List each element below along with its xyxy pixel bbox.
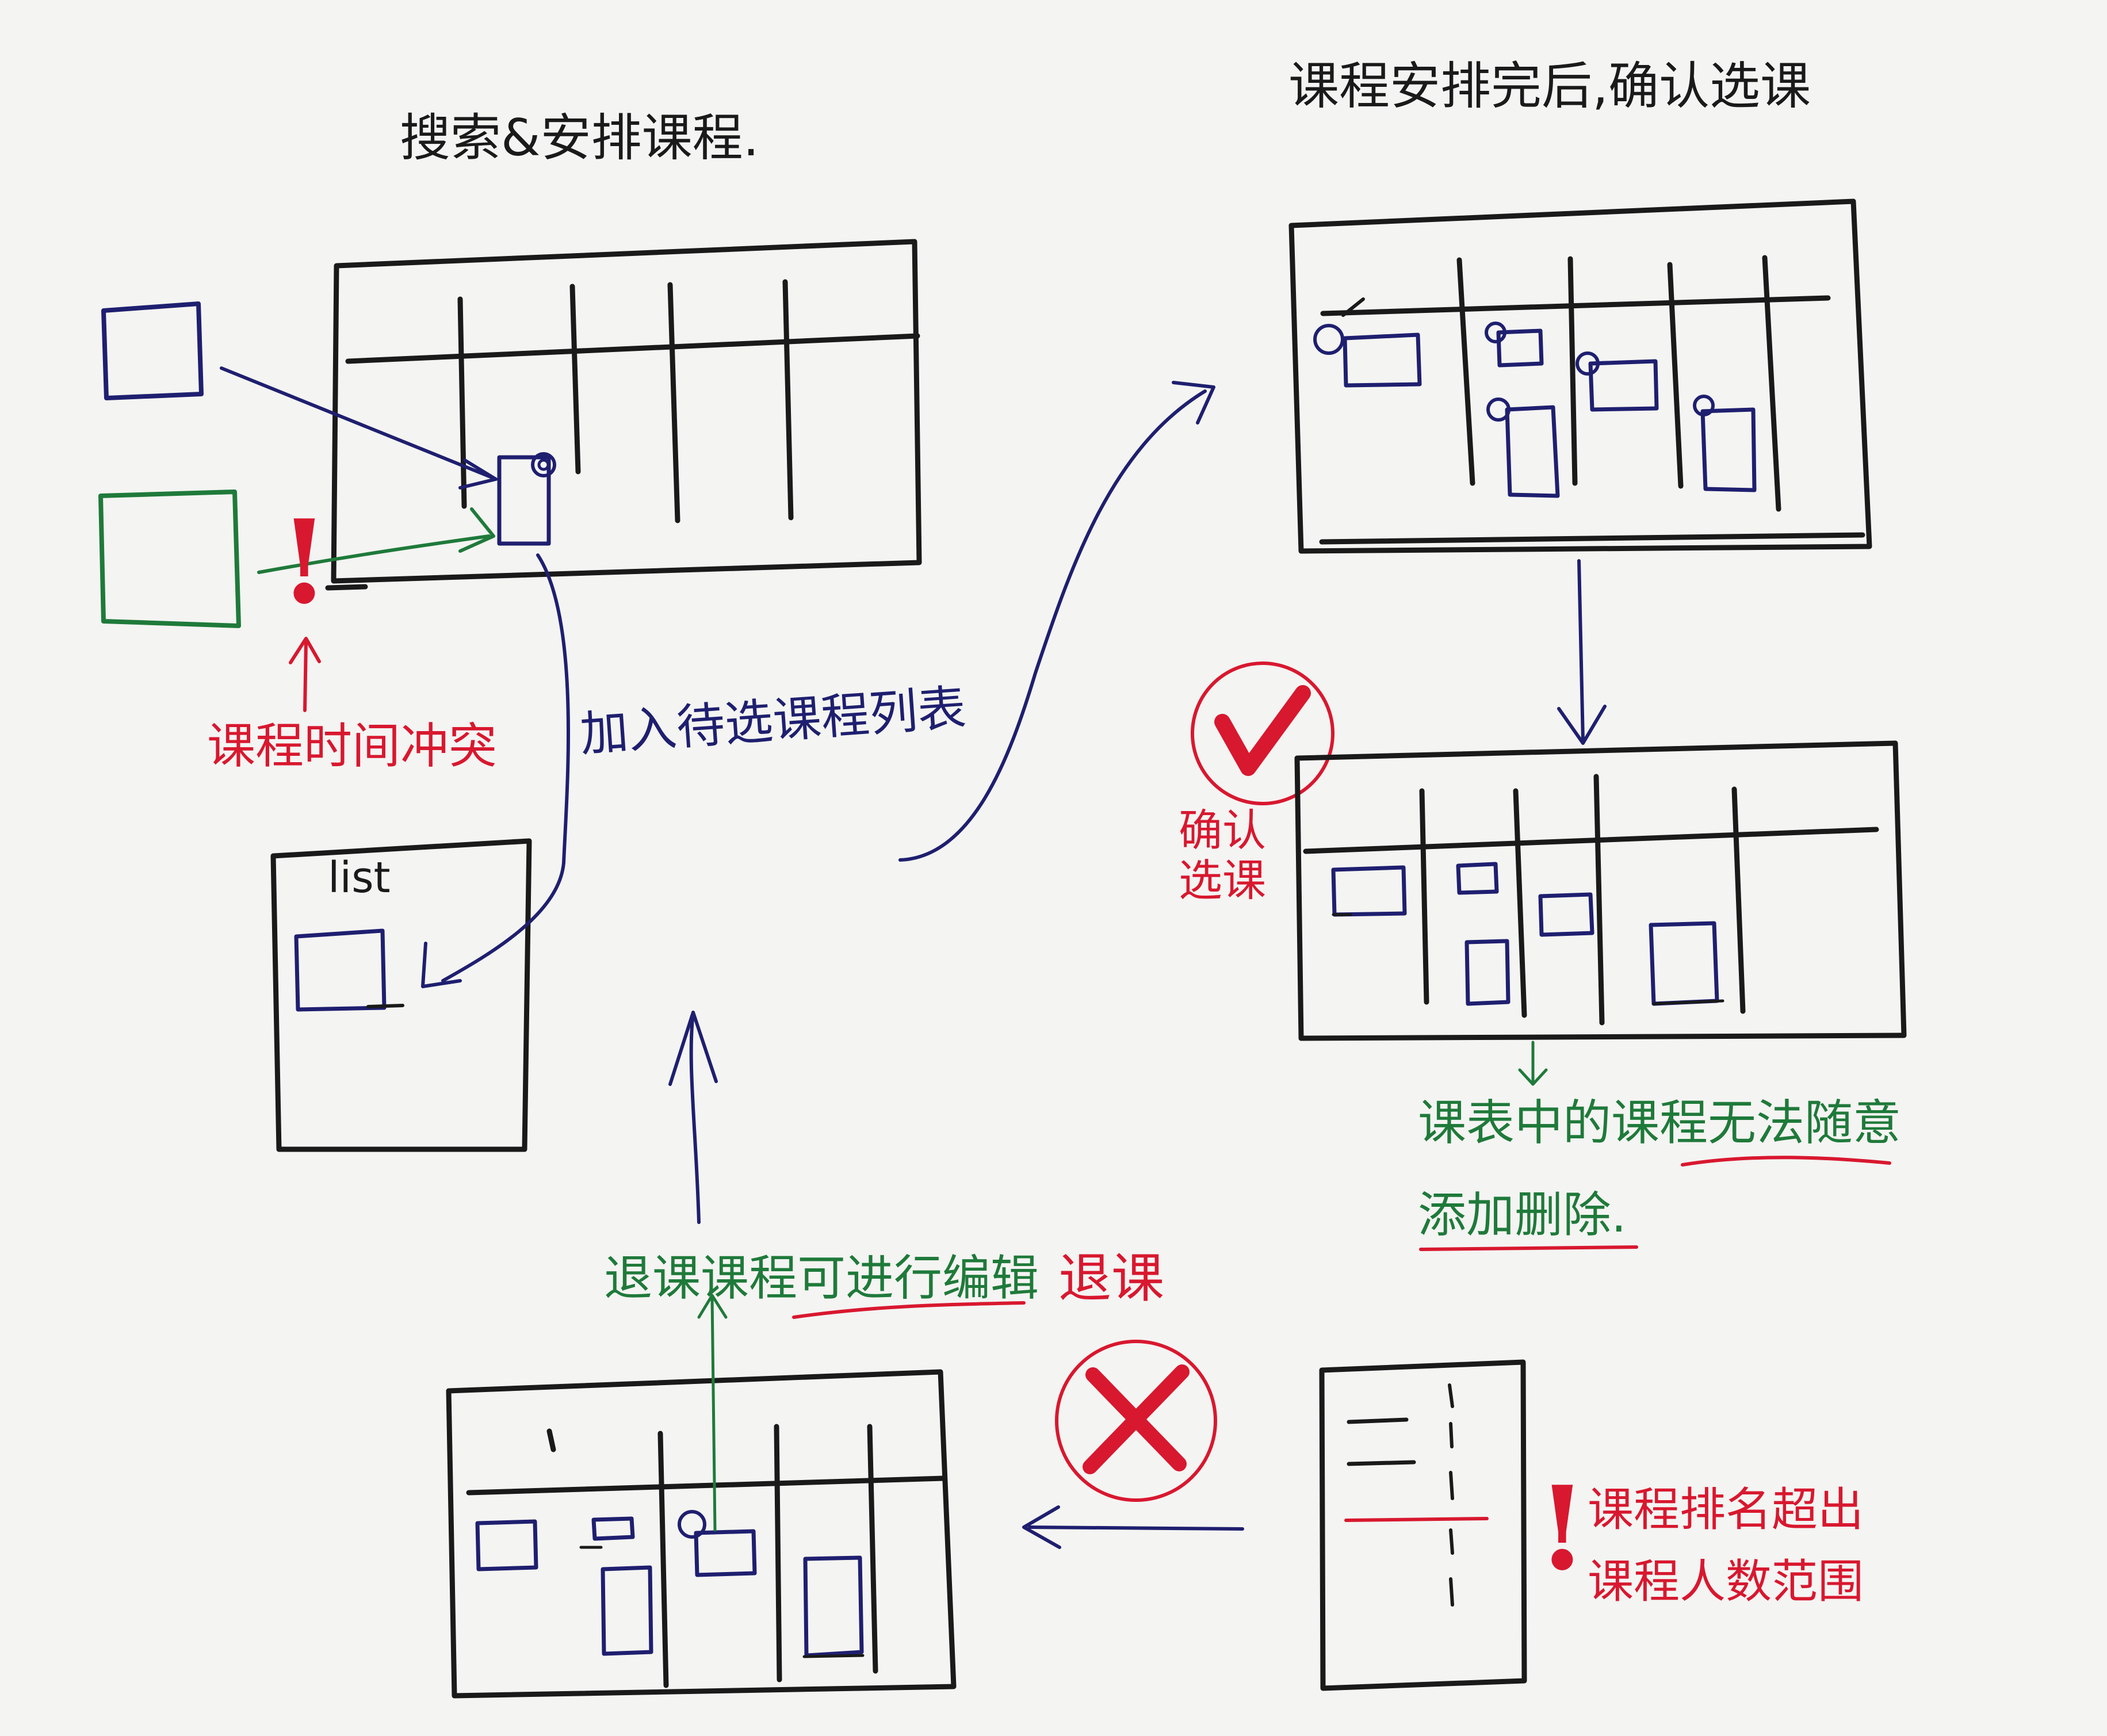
over-capacity-note-line2: 课程人数范围 [1588, 1555, 1864, 1608]
time-conflict-note: 课程时间冲突 [207, 718, 498, 774]
edit-course-3[interactable] [601, 1565, 653, 1656]
warning-icon: ! [279, 495, 330, 630]
confirm-check-circle[interactable] [1191, 661, 1334, 805]
drop-course-label: 退课 [1058, 1248, 1165, 1309]
x-icon [1083, 1364, 1190, 1474]
down-arrow-confirm [1577, 559, 1585, 743]
pending-course-list-panel [270, 838, 532, 1152]
edit-course-4[interactable] [694, 1529, 757, 1577]
capacity-line [1344, 1517, 1489, 1522]
confirmed-course-5 [1649, 921, 1719, 1006]
confirmed-course-4 [1538, 892, 1594, 937]
conflict-pointer-arrow [303, 640, 308, 712]
drag-arrow-blue [220, 366, 496, 480]
check-icon [1214, 685, 1311, 776]
flow-arrow-to-confirm [898, 389, 1207, 862]
confirm-selection-label: 确认选课 [1179, 805, 1266, 907]
arranged-schedule-panel [1288, 198, 1872, 554]
no-free-edit-note-line2: 添加删除. [1418, 1187, 1627, 1243]
search-schedule-panel [331, 239, 922, 584]
arranged-course-1[interactable] [1343, 332, 1422, 388]
list-label: list [328, 853, 391, 903]
confirmed-course-2 [1456, 862, 1499, 895]
search-result-box-1[interactable] [101, 301, 204, 400]
confirm-selection-title: 课程安排完后,确认选课 [1288, 56, 1811, 116]
drop-edit-note: 退课课程可进行编辑 [604, 1250, 1039, 1306]
over-capacity-note-line1: 课程排名超出 [1588, 1483, 1864, 1536]
back-to-list-arrow [689, 1011, 701, 1224]
list-course-item[interactable] [294, 928, 387, 1012]
confirmed-course-1 [1331, 865, 1407, 917]
search-arrange-title: 搜索&安排课程. [400, 108, 759, 167]
arranged-course-3[interactable] [1505, 405, 1560, 498]
arranged-course-5[interactable] [1700, 407, 1757, 492]
edit-course-2[interactable] [591, 1516, 635, 1541]
confirmed-course-3 [1464, 939, 1511, 1006]
edit-course-1[interactable] [475, 1519, 538, 1571]
sketch-canvas [98, 198, 1907, 1699]
confirmed-schedule-panel [1294, 740, 1907, 1041]
left-arrow [1028, 1525, 1244, 1531]
warning-icon: ! [1537, 1461, 1588, 1596]
edit-course-5[interactable] [803, 1555, 864, 1658]
arranged-course-4[interactable] [1588, 359, 1659, 412]
narrow-schedule-panel [1319, 1359, 1527, 1691]
search-result-box-2[interactable] [98, 490, 241, 628]
no-free-edit-note-line1: 课表中的课程无法随意 [1418, 1095, 1902, 1151]
